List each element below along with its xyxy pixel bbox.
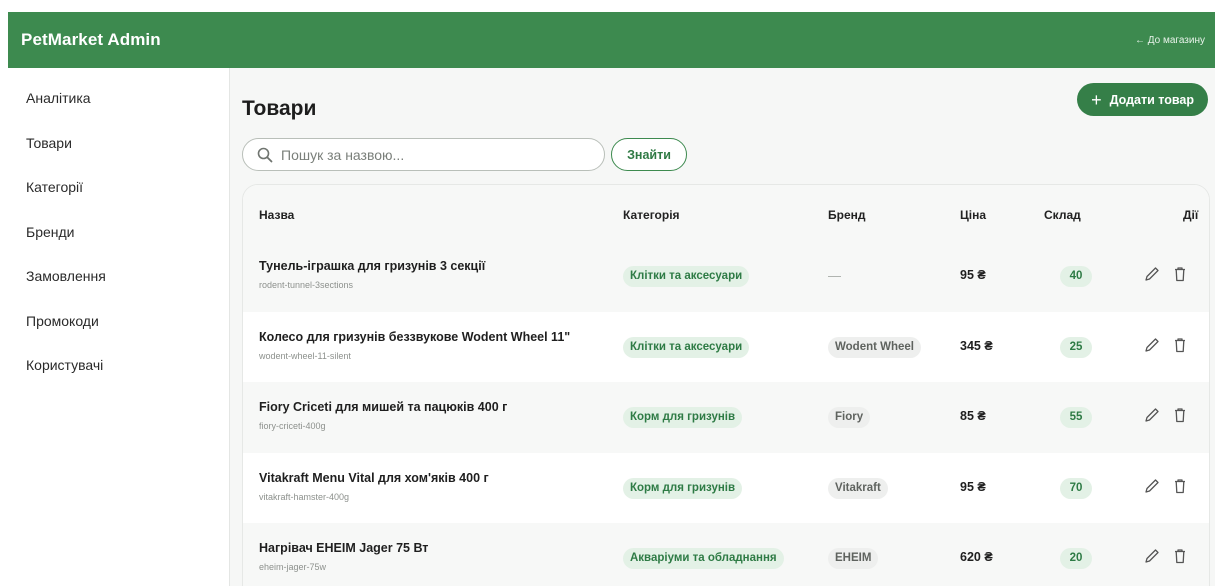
sidebar-item-analytics[interactable]: Аналітика (8, 86, 229, 131)
column-header-price[interactable]: Ціна (960, 208, 986, 222)
trash-icon[interactable] (1171, 477, 1189, 495)
plus-icon: + (1091, 89, 1102, 110)
stock-badge: 25 (1060, 336, 1092, 358)
table-row: Тунель-іграшка для гризунів 3 секції rod… (243, 241, 1209, 312)
table-header: Назва Категорія Бренд Ціна Склад Дії (243, 185, 1209, 241)
trash-icon[interactable] (1171, 406, 1189, 424)
pencil-icon[interactable] (1143, 406, 1161, 424)
stock-badge: 70 (1060, 477, 1092, 499)
search-icon (257, 147, 273, 162)
table-row: Vitakraft Menu Vital для хом'яків 400 г … (243, 453, 1209, 524)
pencil-icon[interactable] (1143, 336, 1161, 354)
stock-badge: 40 (1060, 266, 1092, 287)
page-title: Товари (242, 97, 317, 120)
table-body: Тунель-іграшка для гризунів 3 секції rod… (243, 241, 1209, 586)
sidebar-item-products[interactable]: Товари (8, 131, 229, 176)
category-badge: Акваріуми та обладнання (623, 548, 784, 569)
sidebar-item-categories[interactable]: Категорії (8, 175, 229, 220)
product-slug: wodent-wheel-11-silent (259, 350, 351, 361)
product-name[interactable]: Fiory Criceti для мишей та пацюків 400 г (259, 400, 507, 414)
app-brand[interactable]: PetMarket Admin (21, 30, 161, 50)
product-name[interactable]: Тунель-іграшка для гризунів 3 секції (259, 259, 485, 273)
search-box (242, 138, 605, 171)
sidebar-item-users[interactable]: Користувачі (8, 353, 229, 398)
product-name[interactable]: Колесо для гризунів беззвукове Wodent Wh… (259, 330, 570, 344)
product-slug: fiory-criceti-400g (259, 421, 326, 431)
add-product-label: Додати товар (1109, 92, 1194, 107)
sidebar-item-orders[interactable]: Замовлення (8, 264, 229, 309)
search-input[interactable] (281, 146, 581, 163)
product-slug: eheim-jager-75w (259, 562, 327, 572)
column-header-brand[interactable]: Бренд (828, 208, 866, 222)
add-product-button[interactable]: + Додати товар (1077, 83, 1208, 116)
stock-badge: 55 (1060, 407, 1092, 428)
table-row: Нагрівач EHEIM Jager 75 Вт eheim-jager-7… (243, 523, 1209, 586)
category-badge: Клітки та аксесуари (623, 266, 750, 287)
product-price: 95 ₴ (960, 479, 986, 494)
brand-badge: Wodent Wheel (828, 336, 922, 358)
main-content: Товари + Додати товар Знайти Назва Катег… (230, 68, 1215, 586)
category-badge: Корм для гризунів (623, 477, 743, 499)
sidebar: Аналітика Товари Категорії Бренди Замовл… (8, 68, 230, 586)
column-header-name[interactable]: Назва (259, 208, 294, 222)
pencil-icon[interactable] (1143, 265, 1161, 283)
product-slug: vitakraft-hamster-400g (259, 491, 350, 502)
table-row: Колесо для гризунів беззвукове Wodent Wh… (243, 312, 1209, 383)
product-price: 85 ₴ (960, 409, 986, 423)
brand-badge: Fiory (828, 407, 871, 428)
column-header-category[interactable]: Категорія (623, 208, 680, 222)
pencil-icon[interactable] (1143, 547, 1161, 565)
products-table: Назва Категорія Бренд Ціна Склад Дії Тун… (242, 184, 1210, 586)
brand-empty: — (828, 268, 841, 283)
brand-badge: Vitakraft (828, 477, 888, 499)
sidebar-item-promocodes[interactable]: Промокоди (8, 309, 229, 354)
category-badge: Клітки та аксесуари (623, 336, 750, 358)
stock-badge: 20 (1060, 548, 1092, 569)
trash-icon[interactable] (1171, 547, 1189, 565)
brand-badge: EHEIM (828, 548, 879, 569)
table-row: Fiory Criceti для мишей та пацюків 400 г… (243, 382, 1209, 453)
trash-icon[interactable] (1171, 265, 1189, 283)
category-badge: Корм для гризунів (623, 407, 743, 428)
product-price: 95 ₴ (960, 268, 986, 282)
product-price: 345 ₴ (960, 338, 993, 353)
product-slug: rodent-tunnel-3sections (259, 280, 354, 290)
column-header-actions: Дії (1183, 208, 1199, 222)
search-button[interactable]: Знайти (611, 138, 687, 171)
back-to-store-link[interactable]: ← До магазину (1135, 35, 1205, 46)
app-frame: PetMarket Admin ← До магазину Аналітика … (8, 12, 1215, 586)
product-price: 620 ₴ (960, 550, 993, 564)
top-bar: PetMarket Admin ← До магазину (8, 12, 1215, 68)
trash-icon[interactable] (1171, 336, 1189, 354)
product-name[interactable]: Нагрівач EHEIM Jager 75 Вт (259, 541, 428, 555)
product-name[interactable]: Vitakraft Menu Vital для хом'яків 400 г (259, 471, 489, 485)
column-header-stock[interactable]: Склад (1044, 208, 1081, 222)
sidebar-item-brands[interactable]: Бренди (8, 220, 229, 265)
pencil-icon[interactable] (1143, 477, 1161, 495)
